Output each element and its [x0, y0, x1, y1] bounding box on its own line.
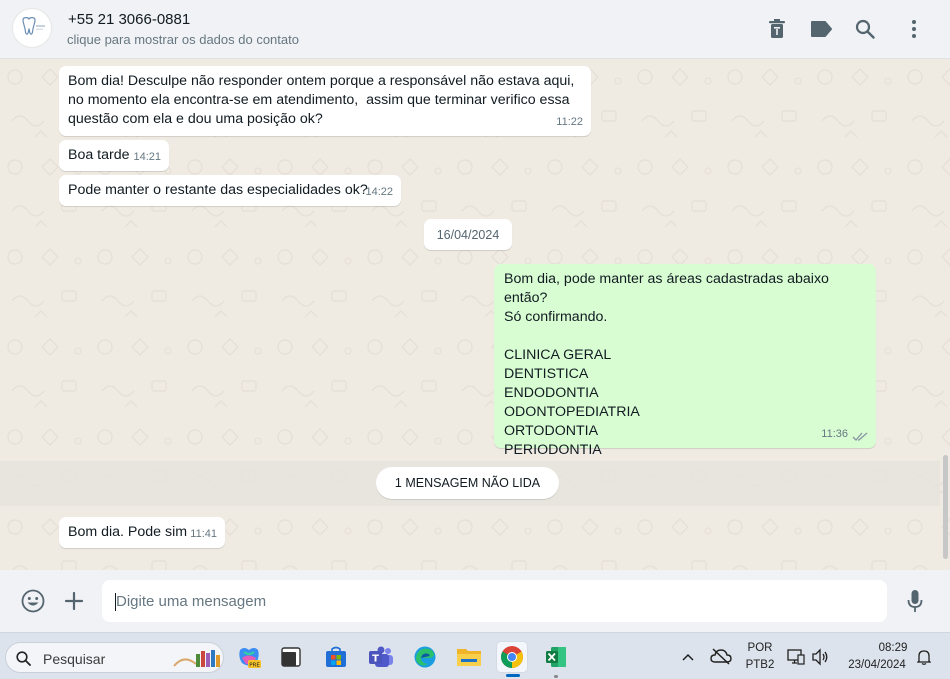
copilot-app-icon[interactable]: PRE — [233, 641, 265, 673]
message-input[interactable] — [102, 580, 887, 622]
microsoft-store-icon[interactable] — [320, 641, 352, 673]
message-text: Bom dia, pode manter as áreas cadastrada… — [504, 271, 829, 458]
show-hidden-icons-chevron-icon[interactable] — [681, 649, 695, 667]
input-language[interactable]: POR — [745, 642, 775, 654]
message-time: 14:22 — [365, 186, 393, 198]
contact-subtitle[interactable]: clique para mostrar os dados do contato — [67, 32, 299, 47]
books-illustration-icon — [173, 650, 220, 667]
teams-icon[interactable]: T — [365, 641, 397, 673]
keyboard-layout[interactable]: PTB2 — [743, 659, 777, 671]
date-separator: 16/04/2024 — [424, 219, 512, 250]
notifications-bell-icon[interactable] — [916, 649, 932, 670]
search-icon[interactable] — [853, 17, 877, 41]
message-time: 14:21 — [133, 151, 161, 163]
outgoing-message[interactable]: Bom dia, pode manter as áreas cadastrada… — [494, 264, 876, 458]
excel-app-icon[interactable] — [540, 641, 572, 678]
task-view-icon[interactable] — [275, 641, 307, 673]
taskbar-search[interactable]: Pesquisar — [5, 642, 224, 673]
network-icon[interactable] — [787, 648, 805, 671]
message-composer — [0, 570, 950, 632]
windows-taskbar: Pesquisar PRE T POR PTB2 08:29 23/04/202… — [0, 632, 950, 679]
volume-icon[interactable] — [811, 648, 829, 671]
menu-icon[interactable] — [902, 17, 926, 41]
microphone-icon[interactable] — [902, 588, 928, 614]
chat-header: +55 21 3066-0881 clique para mostrar os … — [0, 0, 950, 59]
emoji-icon[interactable] — [20, 588, 46, 614]
svg-text:PRE: PRE — [249, 663, 260, 669]
contact-name[interactable]: +55 21 3066-0881 — [68, 11, 190, 28]
search-icon — [16, 651, 31, 666]
text-caret — [115, 593, 116, 611]
incoming-message[interactable]: Boa tarde 14:21 — [59, 140, 169, 171]
attach-icon[interactable] — [61, 588, 87, 614]
clock-date[interactable]: 23/04/2024 — [842, 659, 912, 671]
incoming-message[interactable]: Pode manter o restante das especialidade… — [59, 175, 401, 206]
chat-scrollbar[interactable] — [943, 455, 948, 559]
taskbar-search-label: Pesquisar — [43, 651, 106, 667]
message-time: 11:22 — [556, 116, 583, 128]
svg-text:T: T — [372, 654, 379, 665]
running-app-indicator — [554, 675, 558, 678]
file-explorer-icon[interactable] — [453, 641, 485, 673]
chrome-app-icon[interactable] — [496, 641, 528, 677]
message-list[interactable]: Bom dia! Desculpe não responder ontem po… — [0, 59, 950, 570]
message-text: Boa tarde — [68, 147, 130, 163]
delete-icon[interactable] — [765, 17, 789, 41]
incoming-message[interactable]: Bom dia. Pode sim 11:41 — [59, 517, 225, 548]
message-text: Bom dia. Pode sim — [68, 524, 188, 540]
incoming-message[interactable]: Bom dia! Desculpe não responder ontem po… — [59, 66, 591, 136]
unread-messages-badge: 1 MENSAGEM NÃO LIDA — [376, 467, 559, 499]
message-text: Pode manter o restante das especialidade… — [68, 182, 368, 198]
edge-browser-icon[interactable] — [409, 641, 441, 673]
onedrive-offline-icon[interactable] — [710, 647, 732, 670]
message-text: Bom dia! Desculpe não responder ontem po… — [68, 73, 575, 127]
message-time: 11:41 — [190, 528, 217, 540]
clock-time[interactable]: 08:29 — [868, 642, 918, 654]
tooth-logo-icon — [22, 17, 45, 35]
active-app-indicator — [506, 674, 520, 677]
label-icon[interactable] — [809, 17, 833, 41]
read-ticks-icon — [852, 432, 868, 441]
message-time: 11:36 — [821, 428, 848, 440]
contact-avatar[interactable] — [12, 8, 52, 48]
